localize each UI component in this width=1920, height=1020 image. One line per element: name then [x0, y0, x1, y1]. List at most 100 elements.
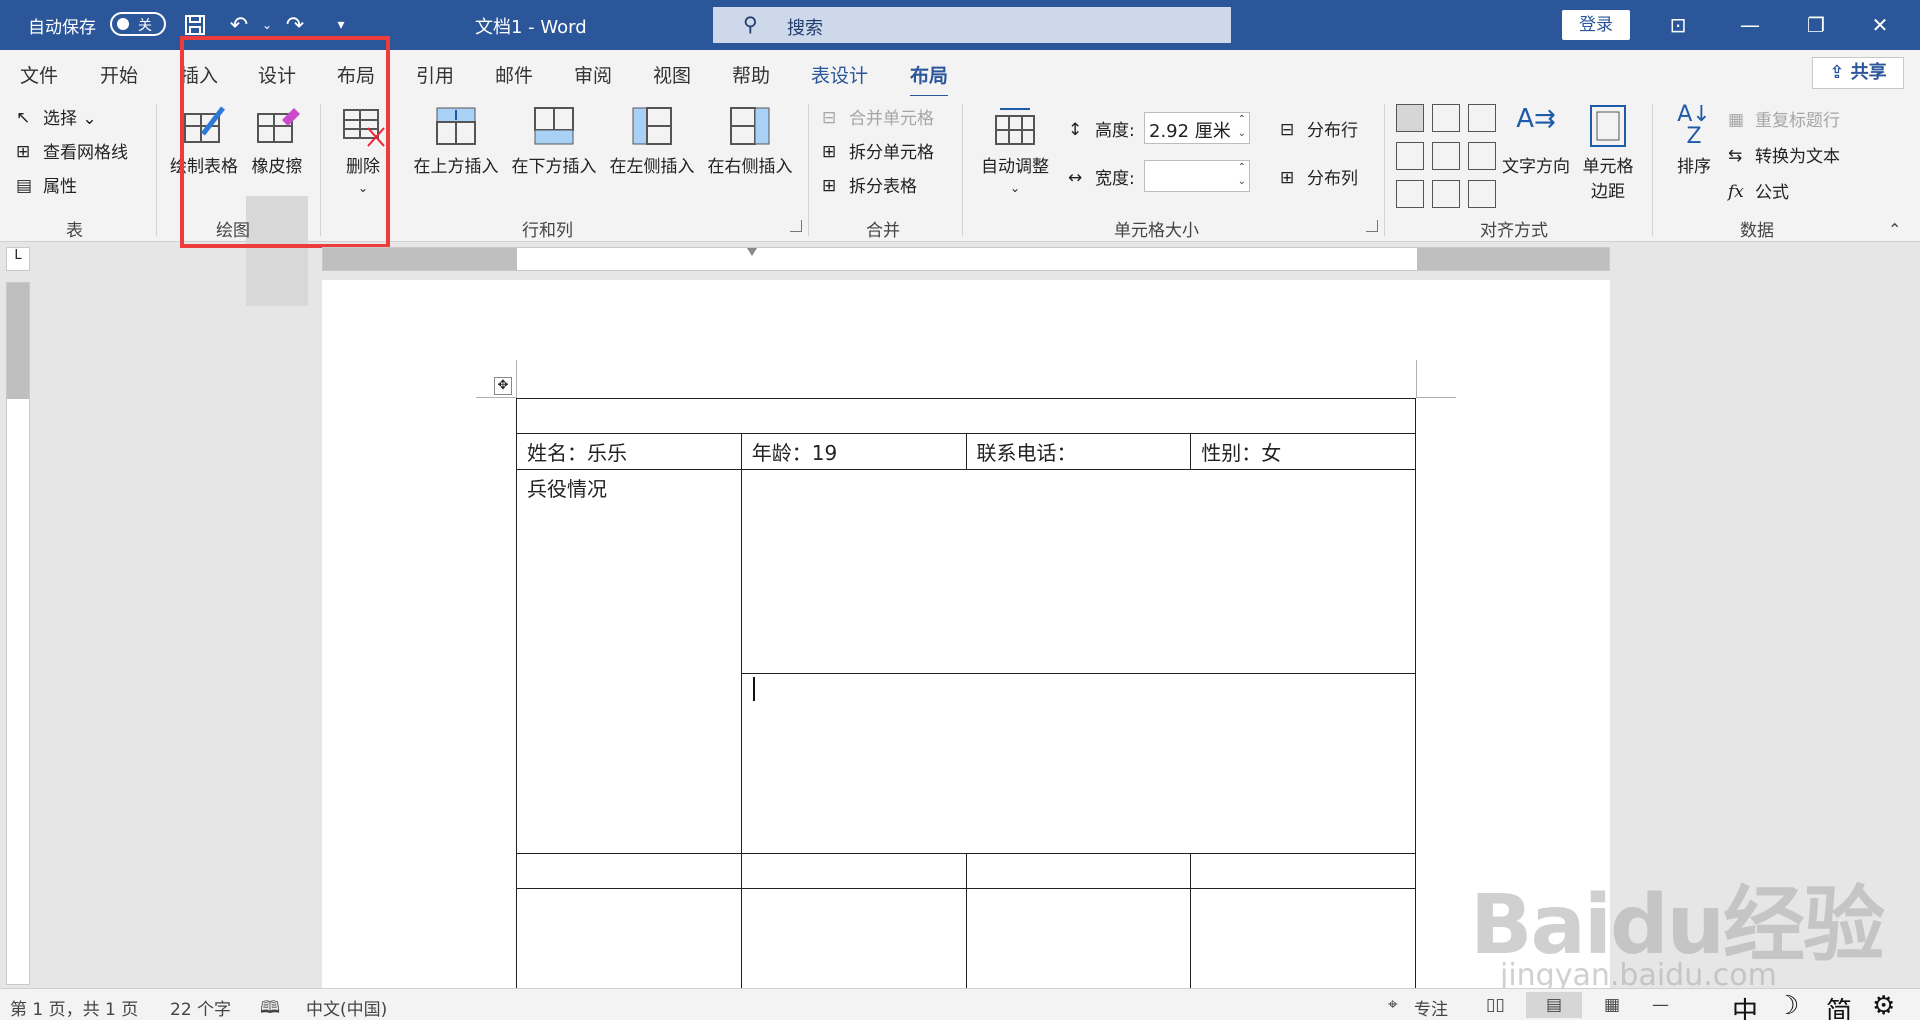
- insert-right-icon: [727, 104, 773, 148]
- close-icon[interactable]: ✕: [1860, 8, 1900, 42]
- ime-simplified-label[interactable]: 简: [1826, 991, 1852, 1020]
- height-spinner-icon[interactable]: ⌃ ⌄: [1238, 113, 1246, 141]
- vertical-ruler[interactable]: [6, 282, 30, 985]
- name-cell[interactable]: 姓名：乐乐: [516, 433, 742, 470]
- cell-margins-label-2: 边距: [1591, 182, 1625, 202]
- table-cell[interactable]: [965, 853, 1192, 889]
- insert-above-button[interactable]: 在上方插入: [408, 104, 504, 177]
- tab-table-layout[interactable]: 布局: [910, 61, 949, 98]
- indent-marker-icon[interactable]: [747, 248, 757, 270]
- login-button[interactable]: 登录: [1562, 10, 1630, 40]
- table-row: [516, 398, 1416, 434]
- horizontal-ruler[interactable]: [322, 247, 1610, 271]
- crop-mark: [516, 360, 517, 398]
- align-bottom-right-icon[interactable]: [1468, 180, 1496, 208]
- table-move-handle-icon[interactable]: ✥: [494, 377, 512, 395]
- align-top-right-icon[interactable]: [1468, 104, 1496, 132]
- width-spinner-icon[interactable]: ⌃ ⌄: [1238, 161, 1246, 189]
- table-cell[interactable]: [516, 888, 742, 989]
- insert-left-label: 在左侧插入: [609, 157, 695, 177]
- convert-to-text-button[interactable]: ⇆ 转换为文本: [1728, 142, 1840, 168]
- table-cell[interactable]: [516, 398, 1416, 434]
- proofing-icon[interactable]: 🕮: [260, 995, 280, 1020]
- table-cell[interactable]: [1190, 888, 1416, 989]
- autosave-toggle[interactable]: 关: [110, 12, 166, 36]
- convert-to-text-label: 转换为文本: [1755, 147, 1840, 167]
- tab-home[interactable]: 开始: [100, 61, 138, 88]
- align-bottom-center-icon[interactable]: [1432, 180, 1460, 208]
- insert-left-button[interactable]: 在左侧插入: [604, 104, 700, 177]
- read-mode-icon[interactable]: ▯▯: [1486, 995, 1505, 1015]
- table-cell[interactable]: [516, 853, 742, 889]
- tab-references[interactable]: 引用: [416, 61, 454, 88]
- age-cell[interactable]: 年龄：19: [740, 433, 967, 470]
- align-top-left-icon[interactable]: [1396, 104, 1424, 132]
- focus-icon[interactable]: ⌖: [1388, 995, 1398, 1015]
- table-cell[interactable]: [740, 673, 1417, 854]
- tab-review[interactable]: 审阅: [574, 61, 612, 88]
- table-cell[interactable]: [740, 888, 967, 989]
- properties-button[interactable]: ▤ 属性: [16, 172, 77, 198]
- tab-file[interactable]: 文件: [20, 61, 58, 88]
- tab-selector[interactable]: L: [6, 247, 30, 271]
- align-middle-right-icon[interactable]: [1468, 142, 1496, 170]
- width-field[interactable]: ⌃ ⌄: [1144, 160, 1250, 192]
- table-cell[interactable]: [740, 469, 1417, 674]
- language-indicator[interactable]: 中文(中国): [306, 995, 387, 1020]
- merge-cells-label: 合并单元格: [849, 109, 934, 129]
- gender-cell[interactable]: 性别：女: [1190, 433, 1416, 470]
- tab-help[interactable]: 帮助: [732, 61, 770, 88]
- sort-button[interactable]: A↓ Z 排序: [1662, 104, 1726, 178]
- ribbon-display-icon[interactable]: ⊡: [1658, 8, 1698, 42]
- align-top-center-icon[interactable]: [1432, 104, 1460, 132]
- resume-table[interactable]: 姓名：乐乐 年龄：19 联系电话： 性别：女 兵役情况: [516, 398, 1417, 989]
- view-gridlines-button[interactable]: ⊞ 查看网格线: [16, 138, 128, 164]
- select-button[interactable]: ↖ 选择 ⌄: [16, 104, 97, 130]
- distribute-cols-button[interactable]: ⊞ 分布列: [1280, 164, 1358, 190]
- word-count[interactable]: 22 个字: [170, 995, 231, 1020]
- table-cell[interactable]: [1190, 853, 1416, 889]
- table-cell[interactable]: [965, 888, 1192, 989]
- print-layout-icon[interactable]: ▤: [1526, 992, 1582, 1018]
- split-cells-button[interactable]: ⊞ 拆分单元格: [822, 138, 934, 164]
- tab-view[interactable]: 视图: [653, 61, 691, 88]
- share-button[interactable]: ⇪ 共享: [1812, 57, 1904, 89]
- merge-cells-button[interactable]: ⊟ 合并单元格: [822, 104, 934, 130]
- repeat-header-button[interactable]: ▦ 重复标题行: [1728, 106, 1840, 132]
- table-cell[interactable]: [740, 853, 967, 889]
- gridlines-label: 查看网格线: [43, 143, 128, 163]
- split-table-button[interactable]: ⊞ 拆分表格: [822, 172, 917, 198]
- restore-icon[interactable]: ❐: [1796, 8, 1836, 42]
- formula-button[interactable]: fx 公式: [1728, 178, 1789, 204]
- military-cell[interactable]: 兵役情况: [516, 469, 742, 854]
- focus-label[interactable]: 专注: [1414, 995, 1448, 1020]
- align-middle-left-icon[interactable]: [1396, 142, 1424, 170]
- phone-cell[interactable]: 联系电话：: [965, 433, 1192, 470]
- insert-left-icon: [629, 104, 675, 148]
- cell-margins-button[interactable]: 单元格 边距: [1576, 104, 1640, 202]
- gear-icon[interactable]: ⚙: [1872, 991, 1895, 1020]
- height-field[interactable]: 2.92 厘米 ⌃ ⌄: [1144, 112, 1250, 144]
- insert-right-button[interactable]: 在右侧插入: [702, 104, 798, 177]
- zoom-out-icon[interactable]: —: [1652, 995, 1669, 1015]
- autosave-label: 自动保存: [28, 18, 96, 38]
- distribute-rows-button[interactable]: ⊟ 分布行: [1280, 116, 1358, 142]
- insert-below-button[interactable]: 在下方插入: [506, 104, 602, 177]
- page-count[interactable]: 第 1 页，共 1 页: [10, 995, 138, 1020]
- moon-icon[interactable]: ☽: [1776, 991, 1799, 1020]
- align-bottom-left-icon[interactable]: [1396, 180, 1424, 208]
- autofit-button[interactable]: 自动调整 ⌄: [972, 104, 1058, 197]
- web-layout-icon[interactable]: ▦: [1604, 995, 1620, 1015]
- search-box[interactable]: ⚲ 搜索: [713, 7, 1231, 43]
- cell-size-launcher-icon[interactable]: [1366, 220, 1378, 232]
- tab-mailings[interactable]: 邮件: [495, 61, 533, 88]
- tab-table-design[interactable]: 表设计: [811, 61, 868, 88]
- document-page[interactable]: ✥ 姓名：乐乐 年龄：19 联系电话： 性别：女 兵役情况: [322, 280, 1610, 989]
- ime-mode-label[interactable]: 中: [1732, 991, 1758, 1020]
- text-direction-button[interactable]: A⇉ 文字方向: [1496, 104, 1576, 177]
- collapse-ribbon-icon[interactable]: ⌃: [1888, 220, 1901, 239]
- minimize-icon[interactable]: —: [1730, 8, 1770, 42]
- rows-cols-launcher-icon[interactable]: [790, 220, 802, 232]
- autofit-dropdown-icon: ⌄: [1009, 181, 1021, 195]
- align-middle-center-icon[interactable]: [1432, 142, 1460, 170]
